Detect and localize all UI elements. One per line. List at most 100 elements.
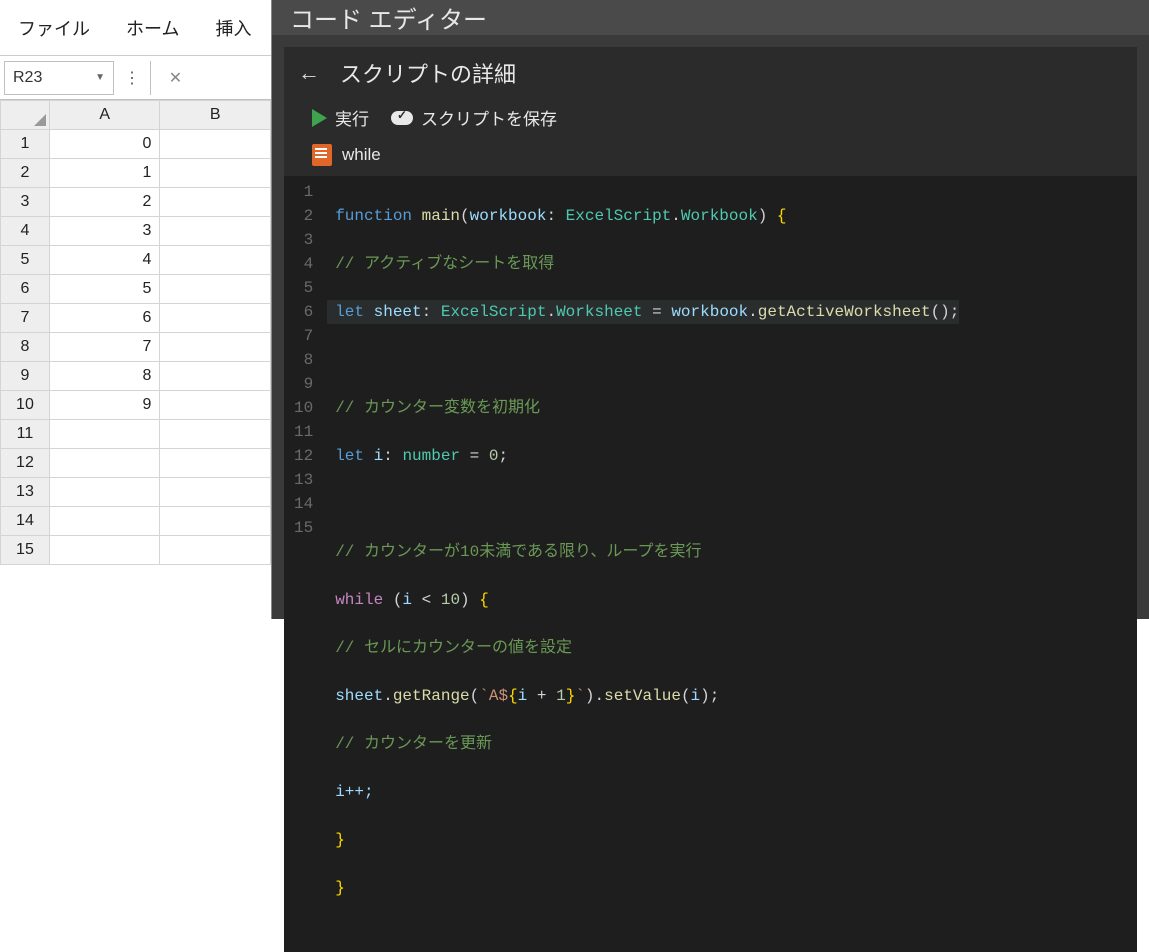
row-header[interactable]: 6	[1, 275, 50, 304]
run-button[interactable]: 実行	[312, 105, 369, 130]
cell[interactable]	[160, 304, 271, 333]
cell[interactable]	[160, 217, 271, 246]
cell[interactable]	[160, 159, 271, 188]
cell[interactable]	[49, 536, 160, 565]
cell[interactable]	[160, 246, 271, 275]
line-gutter: 123456789101112131415	[284, 176, 327, 952]
row-header[interactable]: 8	[1, 333, 50, 362]
name-box-value: R23	[13, 69, 42, 87]
cell[interactable]: 5	[49, 275, 160, 304]
cell[interactable]	[49, 507, 160, 536]
cell[interactable]	[160, 391, 271, 420]
editor-body: ← スクリプトの詳細 実行 スクリプトを保存 while 12345678910…	[284, 47, 1137, 952]
row-header[interactable]: 11	[1, 420, 50, 449]
cancel-formula-button[interactable]: ✕	[150, 61, 200, 95]
tpl-open: `A$	[479, 687, 508, 705]
tab-file[interactable]: ファイル	[0, 1, 108, 55]
cell[interactable]	[160, 420, 271, 449]
select-all-corner[interactable]	[1, 101, 50, 130]
row-header[interactable]: 7	[1, 304, 50, 333]
row-header[interactable]: 3	[1, 188, 50, 217]
code-area[interactable]: 123456789101112131415 function main(work…	[284, 176, 1137, 952]
row-header[interactable]: 4	[1, 217, 50, 246]
tab-home[interactable]: ホーム	[108, 1, 197, 55]
cell[interactable]	[160, 507, 271, 536]
kw-let-2: let	[335, 447, 364, 465]
excel-panel: ファイル ホーム 挿入 R23 ▼ ⋮ ✕ A B 10213243546576…	[0, 0, 272, 619]
cell[interactable]	[160, 188, 271, 217]
line-number: 10	[294, 396, 313, 420]
cell[interactable]: 3	[49, 217, 160, 246]
line-number: 9	[294, 372, 313, 396]
code-editor-panel: コード エディター ← スクリプトの詳細 実行 スクリプトを保存 while 1…	[272, 0, 1149, 619]
table-row: 21	[1, 159, 271, 188]
ribbon-tabs: ファイル ホーム 挿入	[0, 0, 271, 56]
cell[interactable]	[49, 478, 160, 507]
script-name-row[interactable]: while	[284, 136, 1137, 176]
row-header[interactable]: 14	[1, 507, 50, 536]
cell[interactable]	[160, 536, 271, 565]
table-row: 87	[1, 333, 271, 362]
cell[interactable]: 7	[49, 333, 160, 362]
cell[interactable]	[160, 275, 271, 304]
run-label: 実行	[335, 105, 369, 130]
cell[interactable]: 6	[49, 304, 160, 333]
cell[interactable]: 9	[49, 391, 160, 420]
line-number: 14	[294, 492, 313, 516]
col-header-b[interactable]: B	[160, 101, 271, 130]
more-button[interactable]: ⋮	[118, 61, 146, 95]
save-label: スクリプトを保存	[421, 105, 557, 130]
cell[interactable]	[160, 362, 271, 391]
save-script-button[interactable]: スクリプトを保存	[391, 105, 557, 130]
comment-5: // カウンターを更新	[335, 735, 492, 753]
comment-1: // アクティブなシートを取得	[335, 255, 554, 273]
table-row: 54	[1, 246, 271, 275]
detail-header: ← スクリプトの詳細	[284, 47, 1137, 93]
cell[interactable]	[49, 449, 160, 478]
kw-function: function	[335, 207, 412, 225]
line-number: 4	[294, 252, 313, 276]
table-row: 11	[1, 420, 271, 449]
cell[interactable]	[160, 130, 271, 159]
row-header[interactable]: 5	[1, 246, 50, 275]
table-row: 76	[1, 304, 271, 333]
row-header[interactable]: 13	[1, 478, 50, 507]
comment-2: // カウンター変数を初期化	[335, 399, 540, 417]
num-ten: 10	[441, 591, 460, 609]
line-number: 11	[294, 420, 313, 444]
ref-i-2: i	[518, 687, 528, 705]
action-row: 実行 スクリプトを保存	[284, 93, 1137, 136]
code-content[interactable]: function main(workbook: ExcelScript.Work…	[327, 176, 959, 952]
cell[interactable]	[160, 333, 271, 362]
cell[interactable]: 4	[49, 246, 160, 275]
table-row: 14	[1, 507, 271, 536]
ref-i-3: i	[691, 687, 701, 705]
table-row: 98	[1, 362, 271, 391]
cell[interactable]	[160, 478, 271, 507]
tab-insert[interactable]: 挿入	[197, 1, 269, 55]
line-number: 8	[294, 348, 313, 372]
row-header[interactable]: 15	[1, 536, 50, 565]
cell[interactable]: 0	[49, 130, 160, 159]
col-header-a[interactable]: A	[49, 101, 160, 130]
comment-4: // セルにカウンターの値を設定	[335, 639, 572, 657]
var-sheet: sheet	[374, 303, 422, 321]
row-header[interactable]: 1	[1, 130, 50, 159]
cell[interactable]: 1	[49, 159, 160, 188]
row-header[interactable]: 9	[1, 362, 50, 391]
line-number: 3	[294, 228, 313, 252]
row-header[interactable]: 10	[1, 391, 50, 420]
param-workbook: workbook	[470, 207, 547, 225]
cell[interactable]	[49, 420, 160, 449]
cell[interactable]: 8	[49, 362, 160, 391]
cell[interactable]: 2	[49, 188, 160, 217]
back-arrow-icon[interactable]: ←	[294, 58, 324, 88]
row-header[interactable]: 2	[1, 159, 50, 188]
spreadsheet-grid[interactable]: A B 1021324354657687981091112131415	[0, 100, 271, 619]
cell[interactable]	[160, 449, 271, 478]
name-bar: R23 ▼ ⋮ ✕	[0, 56, 271, 100]
num-zero: 0	[489, 447, 499, 465]
row-header[interactable]: 12	[1, 449, 50, 478]
call-setvalue: setValue	[604, 687, 681, 705]
name-box[interactable]: R23 ▼	[4, 61, 114, 95]
